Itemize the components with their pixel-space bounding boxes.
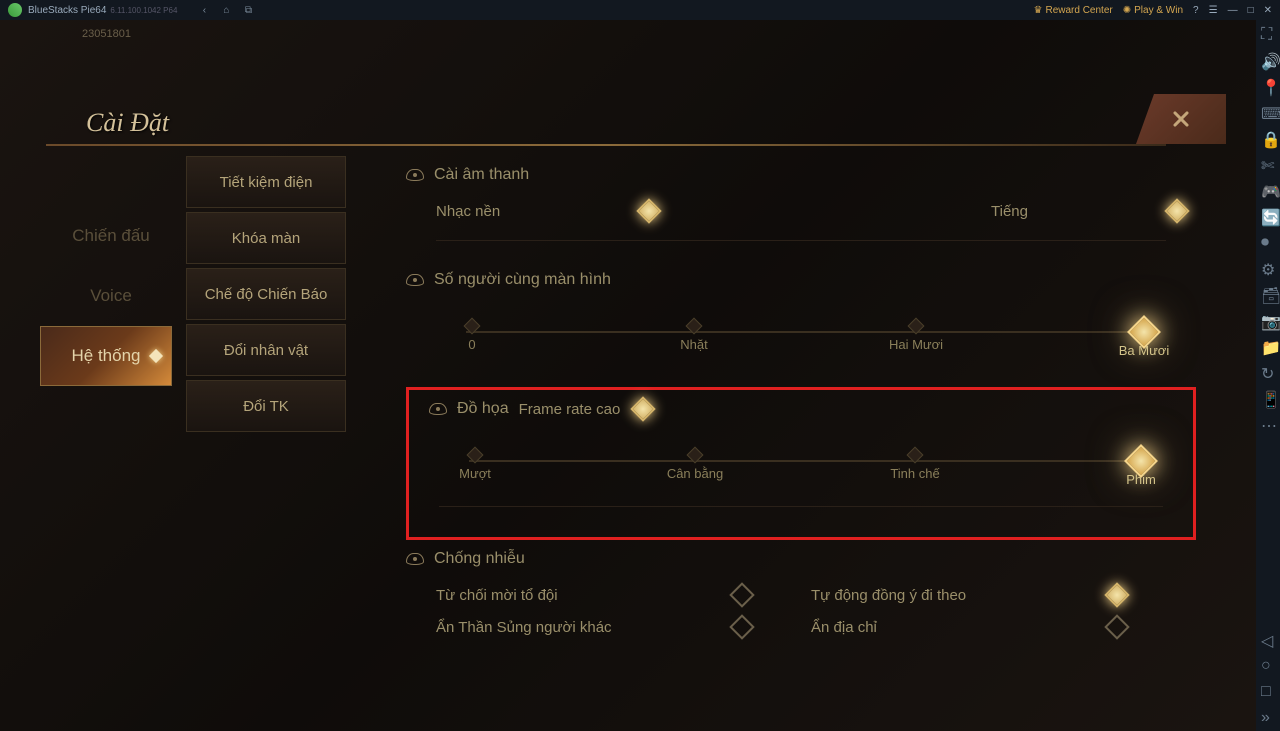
action-buttons-column: Tiết kiệm điện Khóa màn Chế độ Chiến Báo… [176,146,346,716]
hide-addr-label: Ẩn địa chỉ [811,619,877,636]
graphics-opt-refined[interactable]: Tinh chế [909,449,921,473]
rail-media-icon[interactable]: 📁 [1261,338,1275,352]
rail-macro-icon[interactable]: ⚙ [1261,260,1275,274]
panel-header: Cài Đặt [46,100,1226,146]
rail-lock-icon[interactable]: 🔒 [1261,130,1275,144]
section-audio: Cài âm thanh Nhạc nền Tiếng [406,166,1196,241]
rail-multi-icon[interactable]: 🗃 [1261,286,1275,300]
players-title: Số người cùng màn hình [434,271,611,289]
close-icon [1169,107,1193,131]
bgmusic-label: Nhạc nền [436,203,500,220]
players-slider[interactable]: 0 Nhặt Hai Mươi Ba Mươi [406,307,1196,357]
reject-party-toggle[interactable] [729,582,754,607]
rail-gamepad-icon[interactable]: 🎮 [1261,182,1275,196]
category-tabs: Chiến đấu Voice Hệ thống [46,146,176,716]
btn-change-character[interactable]: Đổi nhân vật [186,324,346,376]
audio-title: Cài âm thanh [434,166,529,184]
players-opt-0[interactable]: 0 [466,320,478,344]
graphics-opt-cinema[interactable]: Phim [1129,449,1153,473]
home-icon[interactable]: ⌂ [217,2,235,18]
players-opt-thirty[interactable]: Ba Mươi [1132,320,1156,344]
bgmusic-toggle[interactable] [636,198,661,223]
eye-icon [406,553,424,565]
tab-combat[interactable]: Chiến đấu [46,206,176,266]
section-players: Số người cùng màn hình 0 Nhặt Hai Mươi B… [406,271,1196,357]
section-graphics: Đồ họa Frame rate cao Mượt Cân bằng [409,400,1193,507]
rail-home-icon[interactable]: ○ [1261,657,1275,671]
graphics-opt-smooth[interactable]: Mượt [469,449,481,473]
rail-fullscreen-icon[interactable]: ⛶ [1261,26,1275,40]
play-win-button[interactable]: ✺Play & Win [1123,5,1183,16]
section-disturb: Chống nhiễu Từ chối mời tổ đội Tự động đ… [406,550,1196,636]
emulator-right-rail: ⛶ 🔊 📍 ⌨ 🔒 ✄ 🎮 🔄 ⏺ ⚙ 🗃 📷 📁 ↻ 📱 ⋯ ◁ ○ □ » [1256,20,1280,731]
tab-voice[interactable]: Voice [46,266,176,326]
btn-change-account[interactable]: Đổi TK [186,380,346,432]
rail-volume-icon[interactable]: 🔊 [1261,52,1275,66]
minimize-icon[interactable]: — [1228,5,1238,16]
back-icon[interactable]: ‹ [195,2,213,18]
recents-icon[interactable]: ⧉ [239,2,257,18]
framerate-toggle[interactable] [631,396,656,421]
eye-icon [406,274,424,286]
rail-record-icon[interactable]: ⏺ [1261,234,1275,248]
btn-battle-report[interactable]: Chế độ Chiến Báo [186,268,346,320]
bluestacks-logo-icon [8,3,22,17]
rail-keyboard-icon[interactable]: ⌨ [1261,104,1275,118]
emulator-name: BlueStacks Pie64 [28,5,106,16]
graphics-title: Đồ họa [457,400,509,418]
game-build-number: 23051801 [82,28,131,40]
rail-expand-icon[interactable]: » [1261,709,1275,723]
hide-pet-label: Ẩn Thần Sủng người khác [436,619,612,636]
hide-addr-toggle[interactable] [1104,614,1129,639]
rail-rotate-icon[interactable]: ↻ [1261,364,1275,378]
rail-more-icon[interactable]: ⋯ [1261,416,1275,430]
tab-system[interactable]: Hệ thống [40,326,172,386]
game-viewport: 23051801 Cài Đặt Chiến đấu Voice Hệ thốn… [0,20,1256,731]
emulator-topbar: BlueStacks Pie64 6.11.100.1042 P64 ‹ ⌂ ⧉… [0,0,1280,20]
rail-recents-icon[interactable]: □ [1261,683,1275,697]
help-icon[interactable]: ? [1193,5,1199,16]
settings-panel: Cài Đặt Chiến đấu Voice Hệ thống Tiết ki… [46,100,1226,720]
graphics-highlight: Đồ họa Frame rate cao Mượt Cân bằng [406,387,1196,540]
disturb-title: Chống nhiễu [434,550,525,568]
close-panel-button[interactable] [1136,94,1226,144]
rail-shake-icon[interactable]: 📱 [1261,390,1275,404]
settings-content: Cài âm thanh Nhạc nền Tiếng [346,146,1226,716]
auto-follow-label: Tự động đồng ý đi theo [811,587,966,604]
btn-power-save[interactable]: Tiết kiệm điện [186,156,346,208]
rail-trim-icon[interactable]: ✄ [1261,156,1275,170]
panel-title: Cài Đặt [86,108,169,138]
eye-icon [406,169,424,181]
sound-toggle[interactable] [1164,198,1189,223]
rail-screenshot-icon[interactable]: 📷 [1261,312,1275,326]
reward-center-button[interactable]: ♛Reward Center [1034,5,1113,16]
close-window-icon[interactable]: ✕ [1264,5,1272,16]
framerate-label: Frame rate cao [519,401,621,418]
rail-sync-icon[interactable]: 🔄 [1261,208,1275,222]
graphics-slider[interactable]: Mượt Cân bằng Tinh chế Phim [409,436,1193,486]
rail-back-icon[interactable]: ◁ [1261,631,1275,645]
sound-label: Tiếng [991,203,1028,220]
btn-lock-screen[interactable]: Khóa màn [186,212,346,264]
graphics-opt-balanced[interactable]: Cân bằng [689,449,701,473]
rail-location-icon[interactable]: 📍 [1261,78,1275,92]
menu-icon[interactable]: ☰ [1209,5,1218,16]
maximize-icon[interactable]: □ [1248,5,1254,16]
eye-icon [429,403,447,415]
reject-party-label: Từ chối mời tổ đội [436,587,558,604]
auto-follow-toggle[interactable] [1104,582,1129,607]
emulator-version: 6.11.100.1042 P64 [110,6,177,15]
hide-pet-toggle[interactable] [729,614,754,639]
players-opt-twenty[interactable]: Hai Mươi [910,320,922,344]
players-opt-pickup[interactable]: Nhặt [688,320,700,344]
